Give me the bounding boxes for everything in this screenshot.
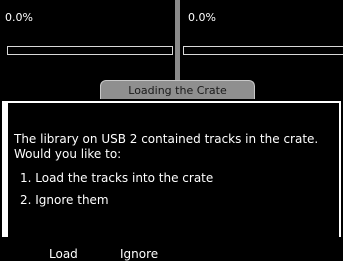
dialog-frame [0, 99, 343, 239]
dialog-panel [8, 103, 339, 237]
deck-left-progress-bar [7, 46, 173, 55]
option-load-tracks: 1. Load the tracks into the crate [20, 171, 214, 185]
deck-right: 0.0% [180, 0, 343, 88]
option-ignore-tracks: 2. Ignore them [20, 193, 109, 207]
deck-left-progress-text: 0.0% [5, 11, 33, 24]
ignore-button[interactable]: Ignore [120, 247, 158, 261]
dialog-title-tab: Loading the Crate [100, 80, 255, 100]
load-button[interactable]: Load [49, 247, 78, 261]
dialog-message: The library on USB 2 contained tracks in… [14, 132, 319, 161]
deck-right-progress-bar [183, 46, 343, 55]
deck-left: 0.0% [0, 0, 175, 88]
deck-right-progress-text: 0.0% [188, 11, 216, 24]
device-screen: 0.0% 0.0% Loading the Crate The library … [0, 0, 343, 261]
